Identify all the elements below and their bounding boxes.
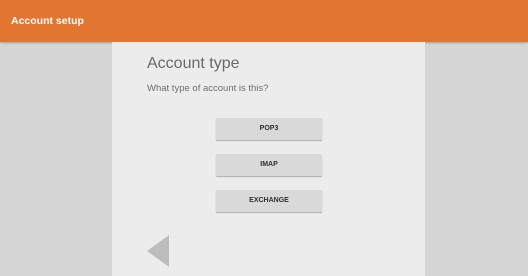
imap-button[interactable]: IMAP xyxy=(216,154,322,176)
exchange-button[interactable]: EXCHANGE xyxy=(216,190,322,212)
app-bar: Account setup xyxy=(0,0,528,42)
app-bar-title: Account setup xyxy=(11,15,84,27)
back-button[interactable] xyxy=(147,235,169,267)
page-title: Account type xyxy=(147,55,240,72)
account-type-question: What type of account is this? xyxy=(147,83,269,94)
pop3-button[interactable]: POP3 xyxy=(216,118,322,140)
back-arrow-icon xyxy=(147,235,169,267)
account-type-panel: Account type What type of account is thi… xyxy=(112,42,425,276)
